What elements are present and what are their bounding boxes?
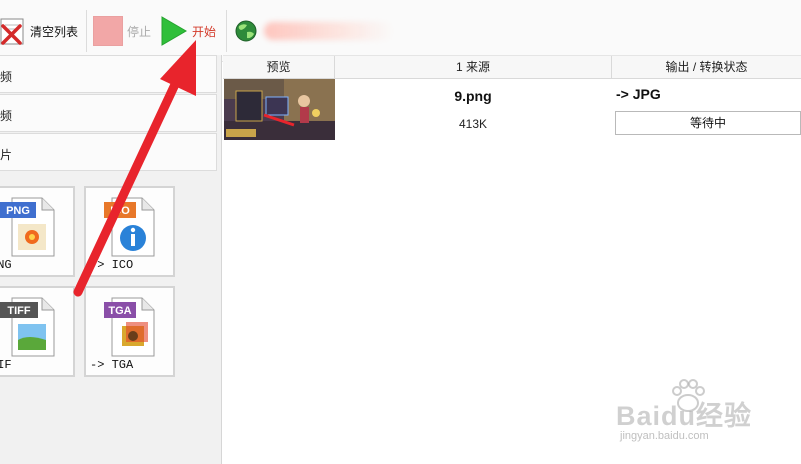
column-header: 预览 1 来源 输出 / 转换状态 <box>223 55 801 79</box>
toolbar-divider <box>86 10 87 52</box>
tif-file-icon: TIFF <box>0 297 55 357</box>
toolbar-divider <box>226 10 227 52</box>
category-video-2[interactable]: 频 <box>0 94 217 132</box>
ico-file-icon: ICO <box>104 197 155 257</box>
tga-badge: TGA <box>108 305 131 317</box>
category-video-1[interactable]: 频 <box>0 55 217 93</box>
file-name: 9.png <box>454 88 492 104</box>
tile-label: TIF <box>0 358 12 372</box>
start-label: 开始 <box>192 24 217 39</box>
tga-file-icon: TGA <box>104 297 155 357</box>
play-icon <box>161 16 187 46</box>
tile-label: -> TGA <box>90 358 134 372</box>
start-button[interactable]: 开始 <box>160 13 216 49</box>
output-format: -> JPG <box>616 86 661 102</box>
tile-label: -> ICO <box>90 258 134 272</box>
category-label: 频 <box>0 70 13 84</box>
format-tile-tga[interactable]: TGA -> TGA <box>84 286 175 377</box>
stop-icon <box>93 16 123 46</box>
website-button[interactable] <box>234 13 394 49</box>
clear-list-button[interactable]: 清空列表 <box>0 13 78 49</box>
column-source[interactable]: 1 来源 <box>335 56 612 79</box>
blurred-url <box>264 22 394 40</box>
stop-button[interactable]: 停止 <box>93 13 151 49</box>
conversion-status: 等待中 <box>615 111 801 135</box>
format-tile-tif[interactable]: TIFF TIF <box>0 286 75 377</box>
clear-list-label: 清空列表 <box>30 24 79 39</box>
category-label: 片 <box>0 148 13 162</box>
toolbar: 清空列表 停止 开始 <box>0 0 801 62</box>
watermark: Baidu经验 jingyan.baidu.com <box>612 376 792 456</box>
format-panel: 频 频 片 PNG PNG ICO -> ICO <box>0 55 222 464</box>
png-badge: PNG <box>6 205 30 217</box>
format-tile-ico[interactable]: ICO -> ICO <box>84 186 175 277</box>
table-row[interactable]: 9.png 413K -> JPG 等待中 <box>223 79 801 141</box>
category-label: 频 <box>0 109 13 123</box>
tile-label: PNG <box>0 258 12 272</box>
png-file-icon: PNG <box>0 197 55 257</box>
watermark-logo: Baidu经验 <box>616 401 753 431</box>
column-preview[interactable]: 预览 <box>223 56 335 79</box>
format-tile-png[interactable]: PNG PNG <box>0 186 75 277</box>
clear-list-icon <box>0 18 24 45</box>
category-image[interactable]: 片 <box>0 133 217 171</box>
tif-badge: TIFF <box>7 305 30 317</box>
stop-label: 停止 <box>127 24 152 39</box>
ico-badge: ICO <box>110 205 130 217</box>
file-size: 413K <box>458 117 488 131</box>
globe-icon <box>235 20 257 42</box>
watermark-url: jingyan.baidu.com <box>620 430 709 442</box>
preview-thumbnail <box>224 79 335 140</box>
column-output-status[interactable]: 输出 / 转换状态 <box>612 56 801 79</box>
